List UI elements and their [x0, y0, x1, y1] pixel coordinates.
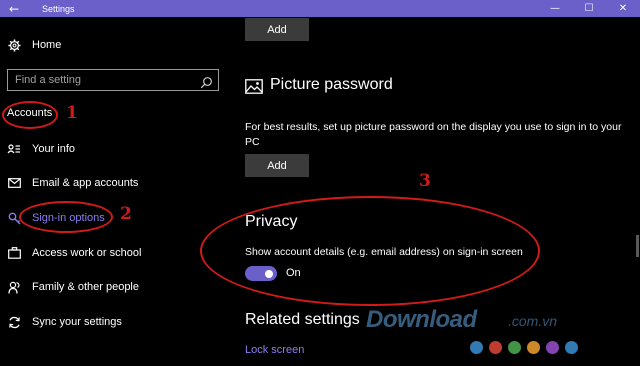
- watermark-logo: Download: [366, 306, 477, 333]
- person-card-icon: [7, 142, 21, 156]
- sidebar-item-email-accounts[interactable]: Email & app accounts: [0, 168, 228, 198]
- search-box[interactable]: [7, 69, 219, 91]
- watermark-dot: [470, 341, 483, 354]
- sidebar-item-sync[interactable]: Sync your settings: [0, 307, 228, 337]
- sidebar-item-label: Access work or school: [32, 247, 142, 259]
- window-controls: — ☐ ✕: [538, 0, 640, 17]
- privacy-description: Show account details (e.g. email address…: [245, 246, 523, 258]
- sidebar-item-home[interactable]: Home: [0, 30, 228, 60]
- sidebar-item-family[interactable]: Family & other people: [0, 272, 228, 302]
- search-icon[interactable]: [200, 74, 213, 89]
- watermark-dot: [508, 341, 521, 354]
- sidebar-item-label: Home: [32, 39, 62, 51]
- window-title: Settings: [42, 3, 75, 14]
- envelope-icon: [7, 176, 21, 190]
- sidebar-item-label: Sync your settings: [32, 316, 122, 328]
- title-bar: ← Settings — ☐ ✕: [0, 0, 640, 17]
- annotation-number-1: 1: [66, 103, 78, 123]
- toggle-knob: [265, 269, 273, 278]
- back-button[interactable]: ←: [0, 0, 28, 17]
- lock-screen-link[interactable]: Lock screen: [245, 344, 304, 356]
- add-picture-password-button[interactable]: Add: [245, 154, 309, 177]
- watermark-dot: [546, 341, 559, 354]
- people-icon: [7, 280, 21, 294]
- watermark-dot: [565, 341, 578, 354]
- picture-password-description: For best results, set up picture passwor…: [245, 121, 622, 148]
- picture-icon: [245, 79, 263, 98]
- annotation-number-2: 2: [120, 204, 132, 224]
- scrollbar[interactable]: [634, 17, 640, 366]
- briefcase-icon: [7, 246, 21, 260]
- search-input[interactable]: [8, 74, 188, 86]
- sidebar-item-label: Family & other people: [32, 281, 139, 293]
- picture-password-heading: Picture password: [270, 76, 393, 93]
- annotation-number-3: 3: [419, 171, 431, 191]
- sidebar-item-label: Sign-in options: [32, 212, 105, 224]
- watermark-domain: .com.vn: [508, 313, 558, 329]
- add-pin-button[interactable]: Add: [245, 18, 309, 41]
- watermark-dot: [527, 341, 540, 354]
- sidebar-item-your-info[interactable]: Your info: [0, 134, 228, 164]
- sidebar-item-access-work[interactable]: Access work or school: [0, 238, 228, 268]
- section-heading-accounts: Accounts: [7, 107, 53, 119]
- sidebar-item-label: Email & app accounts: [32, 177, 139, 189]
- scrollbar-thumb[interactable]: [636, 235, 639, 257]
- maximize-button[interactable]: ☐: [572, 0, 606, 17]
- watermark-dot: [489, 341, 502, 354]
- watermark-dots: [470, 341, 578, 354]
- toggle-state-label: On: [286, 267, 301, 279]
- sidebar: Home Accounts Your info Email & app acco…: [0, 17, 228, 366]
- sidebar-item-label: Your info: [32, 143, 76, 155]
- privacy-toggle[interactable]: [245, 266, 277, 281]
- sidebar-item-sign-in-options[interactable]: Sign-in options: [0, 203, 228, 233]
- gear-icon: [7, 38, 21, 52]
- related-settings-heading: Related settings: [245, 311, 360, 328]
- minimize-button[interactable]: —: [538, 0, 572, 17]
- key-icon: [7, 211, 21, 225]
- sync-icon: [7, 315, 21, 329]
- privacy-heading: Privacy: [245, 213, 298, 230]
- close-button[interactable]: ✕: [606, 0, 640, 17]
